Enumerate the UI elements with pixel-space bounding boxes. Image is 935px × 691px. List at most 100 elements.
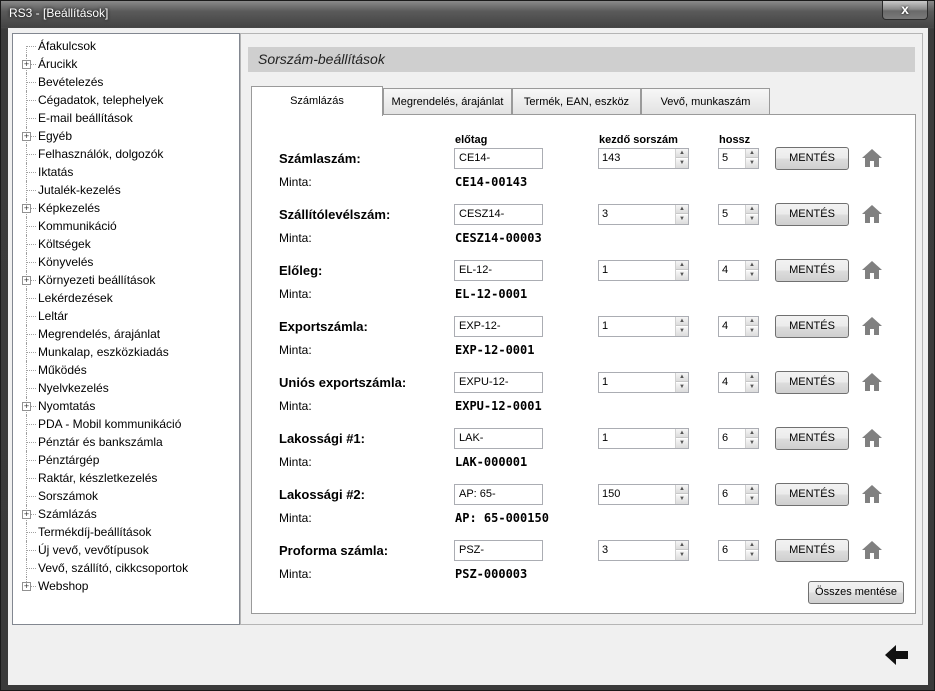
tree-item[interactable]: Könyvelés — [13, 253, 239, 271]
tree-item[interactable]: Cégadatok, telephelyek — [13, 91, 239, 109]
spin-up-icon[interactable]: ▲ — [746, 541, 758, 550]
tab-vevo[interactable]: Vevő, munkaszám — [641, 88, 770, 115]
save-button[interactable]: MENTÉS — [775, 539, 849, 562]
tab-termek[interactable]: Termék, EAN, eszköz — [512, 88, 641, 115]
tree-item[interactable]: Iktatás — [13, 163, 239, 181]
tree-item[interactable]: Pénztárgép — [13, 451, 239, 469]
tree-item[interactable]: + Webshop — [13, 577, 239, 595]
home-icon[interactable] — [861, 372, 883, 392]
save-button[interactable]: MENTÉS — [775, 147, 849, 170]
home-icon[interactable] — [861, 148, 883, 168]
spin-down-icon[interactable]: ▼ — [746, 327, 758, 336]
tab-szamlazas[interactable]: Számlázás — [251, 86, 383, 116]
tree-item[interactable]: Raktár, készletkezelés — [13, 469, 239, 487]
spin-up-icon[interactable]: ▲ — [676, 261, 688, 270]
spin-up-icon[interactable]: ▲ — [676, 429, 688, 438]
start-stepper[interactable]: 1 ▲ ▼ — [598, 372, 689, 393]
home-icon[interactable] — [861, 316, 883, 336]
tree-item[interactable]: Munkalap, eszközkiadás — [13, 343, 239, 361]
start-stepper[interactable]: 1 ▲ ▼ — [598, 260, 689, 281]
tree-item[interactable]: Termékdíj-beállítások — [13, 523, 239, 541]
tree-item[interactable]: Vevő, szállító, cikkcsoportok — [13, 559, 239, 577]
spin-up-icon[interactable]: ▲ — [746, 149, 758, 158]
start-stepper[interactable]: 3 ▲ ▼ — [598, 540, 689, 561]
spin-down-icon[interactable]: ▼ — [676, 159, 688, 168]
length-stepper[interactable]: 5 ▲ ▼ — [718, 204, 759, 225]
home-icon[interactable] — [861, 204, 883, 224]
prefix-input[interactable]: CESZ14- — [454, 204, 543, 225]
length-stepper[interactable]: 6 ▲ ▼ — [718, 428, 759, 449]
expand-icon[interactable]: + — [22, 60, 31, 69]
tree-item[interactable]: Működés — [13, 361, 239, 379]
tree-item[interactable]: Áfakulcsok — [13, 37, 239, 55]
tree-item[interactable]: + Képkezelés — [13, 199, 239, 217]
tab-megrendeles[interactable]: Megrendelés, árajánlat — [383, 88, 512, 115]
tree-item[interactable]: Nyelvkezelés — [13, 379, 239, 397]
tree-item[interactable]: Új vevő, vevőtípusok — [13, 541, 239, 559]
spin-down-icon[interactable]: ▼ — [746, 215, 758, 224]
length-stepper[interactable]: 5 ▲ ▼ — [718, 148, 759, 169]
tree-item[interactable]: + Környezeti beállítások — [13, 271, 239, 289]
prefix-input[interactable]: CE14- — [454, 148, 543, 169]
save-button[interactable]: MENTÉS — [775, 315, 849, 338]
spin-up-icon[interactable]: ▲ — [676, 485, 688, 494]
spin-up-icon[interactable]: ▲ — [746, 373, 758, 382]
spin-down-icon[interactable]: ▼ — [746, 271, 758, 280]
length-stepper[interactable]: 6 ▲ ▼ — [718, 484, 759, 505]
prefix-input[interactable]: PSZ- — [454, 540, 543, 561]
save-all-button[interactable]: Összes mentése — [808, 581, 904, 604]
spin-down-icon[interactable]: ▼ — [746, 383, 758, 392]
spin-down-icon[interactable]: ▼ — [676, 439, 688, 448]
save-button[interactable]: MENTÉS — [775, 427, 849, 450]
spin-down-icon[interactable]: ▼ — [676, 327, 688, 336]
tree-item[interactable]: Megrendelés, árajánlat — [13, 325, 239, 343]
length-stepper[interactable]: 6 ▲ ▼ — [718, 540, 759, 561]
spin-up-icon[interactable]: ▲ — [746, 261, 758, 270]
spin-up-icon[interactable]: ▲ — [746, 317, 758, 326]
tree-item[interactable]: Kommunikáció — [13, 217, 239, 235]
prefix-input[interactable]: LAK- — [454, 428, 543, 449]
spin-down-icon[interactable]: ▼ — [676, 271, 688, 280]
expand-icon[interactable]: + — [22, 582, 31, 591]
tree-item[interactable]: Pénztár és bankszámla — [13, 433, 239, 451]
start-stepper[interactable]: 1 ▲ ▼ — [598, 428, 689, 449]
tree-item[interactable]: Jutalék-kezelés — [13, 181, 239, 199]
tree-item[interactable]: Lekérdezések — [13, 289, 239, 307]
spin-up-icon[interactable]: ▲ — [676, 541, 688, 550]
spin-down-icon[interactable]: ▼ — [746, 495, 758, 504]
spin-down-icon[interactable]: ▼ — [676, 383, 688, 392]
expand-icon[interactable]: + — [22, 132, 31, 141]
expand-icon[interactable]: + — [22, 204, 31, 213]
prefix-input[interactable]: EL-12- — [454, 260, 543, 281]
spin-up-icon[interactable]: ▲ — [676, 373, 688, 382]
tree-item[interactable]: PDA - Mobil kommunikáció — [13, 415, 239, 433]
close-button[interactable]: x — [882, 1, 928, 20]
spin-down-icon[interactable]: ▼ — [676, 551, 688, 560]
start-stepper[interactable]: 143 ▲ ▼ — [598, 148, 689, 169]
spin-up-icon[interactable]: ▲ — [676, 149, 688, 158]
tree-item[interactable]: + Nyomtatás — [13, 397, 239, 415]
tree-item[interactable]: Leltár — [13, 307, 239, 325]
back-arrow-icon[interactable] — [884, 643, 910, 667]
spin-up-icon[interactable]: ▲ — [676, 317, 688, 326]
settings-tree[interactable]: Áfakulcsok + Árucikk Bevételezés Cégadatok, … — [12, 33, 240, 625]
home-icon[interactable] — [861, 484, 883, 504]
home-icon[interactable] — [861, 428, 883, 448]
prefix-input[interactable]: EXP-12- — [454, 316, 543, 337]
home-icon[interactable] — [861, 260, 883, 280]
expand-icon[interactable]: + — [22, 510, 31, 519]
spin-down-icon[interactable]: ▼ — [676, 215, 688, 224]
start-stepper[interactable]: 150 ▲ ▼ — [598, 484, 689, 505]
prefix-input[interactable]: EXPU-12- — [454, 372, 543, 393]
home-icon[interactable] — [861, 540, 883, 560]
length-stepper[interactable]: 4 ▲ ▼ — [718, 372, 759, 393]
spin-down-icon[interactable]: ▼ — [746, 159, 758, 168]
spin-down-icon[interactable]: ▼ — [746, 551, 758, 560]
length-stepper[interactable]: 4 ▲ ▼ — [718, 260, 759, 281]
save-button[interactable]: MENTÉS — [775, 259, 849, 282]
spin-up-icon[interactable]: ▲ — [746, 429, 758, 438]
spin-down-icon[interactable]: ▼ — [746, 439, 758, 448]
save-button[interactable]: MENTÉS — [775, 483, 849, 506]
tree-item[interactable]: + Egyéb — [13, 127, 239, 145]
start-stepper[interactable]: 1 ▲ ▼ — [598, 316, 689, 337]
